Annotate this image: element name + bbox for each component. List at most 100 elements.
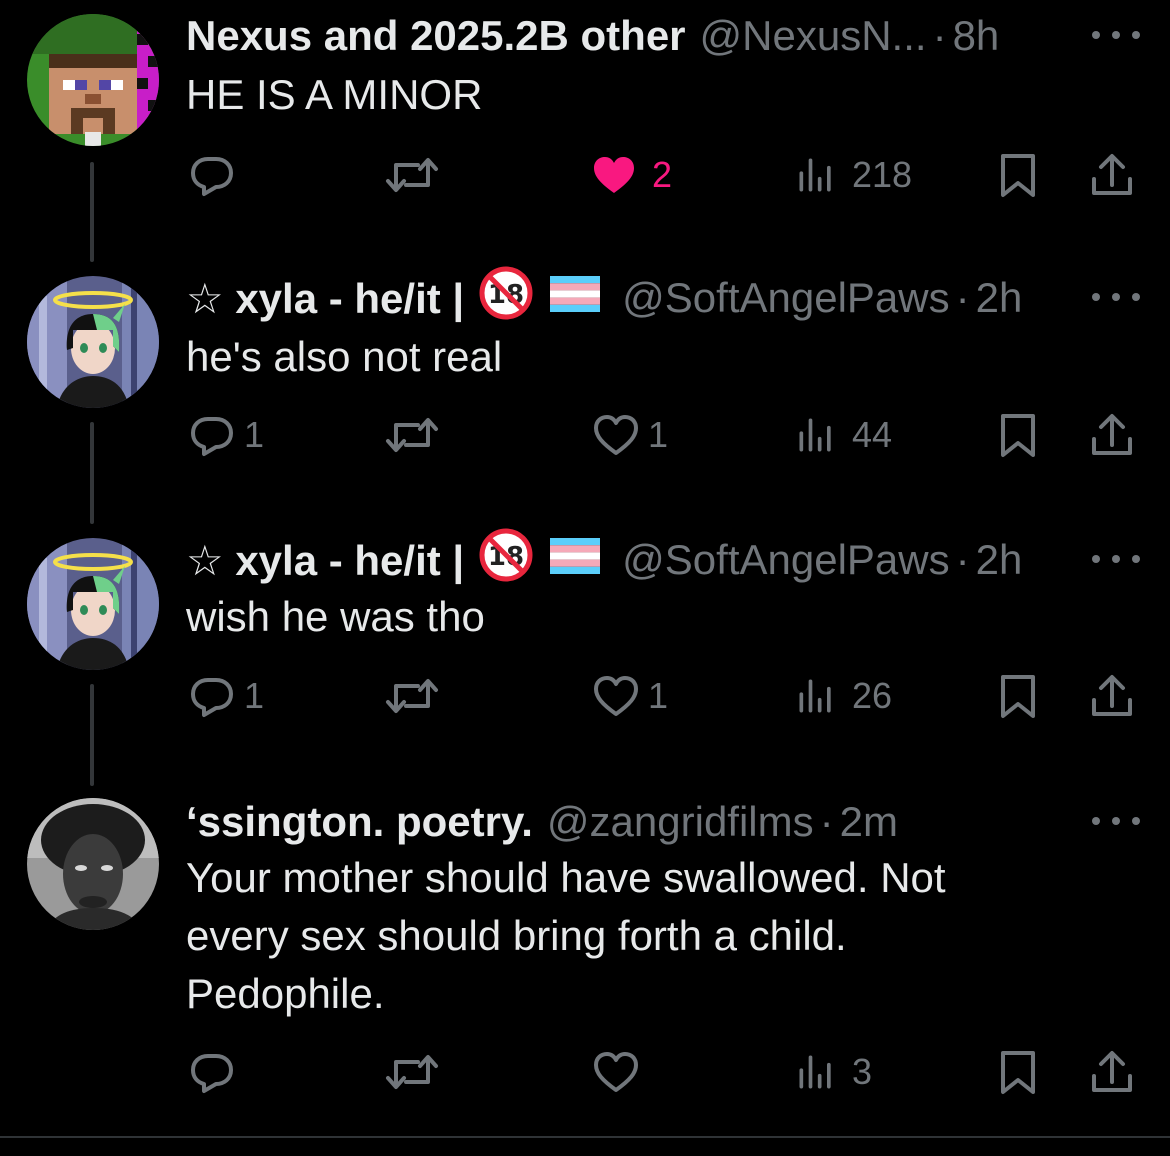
bookmark-icon <box>994 411 1042 459</box>
no-under-18-icon <box>478 527 534 593</box>
trans-flag-icon <box>550 536 600 584</box>
bookmark-icon <box>994 1048 1042 1096</box>
anime-halo-avatar-icon <box>27 538 159 670</box>
like-button[interactable]: 1 <box>592 666 668 726</box>
trans-flag-icon <box>550 274 600 322</box>
display-name[interactable]: Nexus and 2025.2B other <box>186 12 686 60</box>
share-icon <box>1088 1048 1136 1096</box>
display-name[interactable]: ☆ xyla - he/it | <box>186 274 464 323</box>
repost-button[interactable] <box>384 145 454 205</box>
timestamp[interactable]: 2h <box>976 536 1023 584</box>
reply-count: 1 <box>244 414 265 455</box>
timestamp[interactable]: 2h <box>976 274 1023 322</box>
more-options-icon[interactable] <box>1092 20 1140 50</box>
timestamp[interactable]: 2m <box>840 798 898 846</box>
user-handle[interactable]: @zangridfilms <box>547 798 814 846</box>
repost-button[interactable] <box>384 405 454 465</box>
repost-icon <box>384 151 440 199</box>
tweet-text: Your mother should have swallowed. Not e… <box>186 854 946 1017</box>
avatar[interactable] <box>27 798 159 930</box>
tweet-actions: 1 1 26 <box>0 666 1170 726</box>
view-count: 3 <box>852 1051 873 1092</box>
tweet-text: he's also not real <box>186 333 503 380</box>
tweet-header: ‘ssington. poetry. @zangridfilms · 2m <box>186 796 898 848</box>
like-button[interactable]: 1 <box>592 405 668 465</box>
bookmark-icon <box>994 151 1042 199</box>
more-options-icon[interactable] <box>1092 282 1140 312</box>
share-button[interactable] <box>1088 1042 1136 1102</box>
more-options-icon[interactable] <box>1092 806 1140 836</box>
like-count: 2 <box>652 154 673 195</box>
tweet-text: HE IS A MINOR <box>186 71 483 118</box>
repost-button[interactable] <box>384 1042 454 1102</box>
views-button[interactable]: 44 <box>794 405 892 465</box>
repost-button[interactable] <box>384 666 454 726</box>
minecraft-steve-avatar-icon <box>27 14 159 146</box>
like-button[interactable] <box>592 1042 654 1102</box>
share-icon <box>1088 411 1136 459</box>
share-button[interactable] <box>1088 145 1136 205</box>
repost-icon <box>384 411 440 459</box>
like-icon <box>592 672 640 720</box>
bookmark-button[interactable] <box>994 145 1042 205</box>
reply-count: 1 <box>244 675 265 716</box>
user-handle[interactable]: @NexusN... <box>700 12 927 60</box>
repost-icon <box>384 672 440 720</box>
share-button[interactable] <box>1088 666 1136 726</box>
tweet-actions: 3 <box>0 1042 1170 1102</box>
views-icon <box>794 411 838 459</box>
reply-icon <box>188 672 236 720</box>
views-button[interactable]: 26 <box>794 666 892 726</box>
reply-button[interactable]: 1 <box>188 405 264 465</box>
reply-button[interactable] <box>188 1042 250 1102</box>
more-options-icon[interactable] <box>1092 544 1140 574</box>
views-button[interactable]: 218 <box>794 145 912 205</box>
separator-dot: · <box>955 536 970 583</box>
views-button[interactable]: 3 <box>794 1042 872 1102</box>
like-filled-icon <box>590 151 638 199</box>
like-count: 1 <box>648 414 669 455</box>
like-icon <box>592 411 640 459</box>
view-count: 218 <box>852 154 913 195</box>
views-icon <box>794 1048 838 1096</box>
reply-button[interactable] <box>188 145 250 205</box>
views-icon <box>794 672 838 720</box>
bookmark-button[interactable] <box>994 1042 1042 1102</box>
view-count: 26 <box>852 675 893 716</box>
reply-icon <box>188 1048 236 1096</box>
bookmark-icon <box>994 672 1042 720</box>
bookmark-button[interactable] <box>994 405 1042 465</box>
avatar[interactable] <box>27 538 159 670</box>
tweet-header: ☆ xyla - he/it | @SoftAngelPaws · 2h <box>186 534 1022 586</box>
separator-dot: · <box>819 798 834 845</box>
user-handle[interactable]: @SoftAngelPaws <box>622 274 949 322</box>
no-under-18-icon <box>478 265 534 331</box>
tweet-text: wish he was tho <box>186 593 485 640</box>
views-icon <box>794 151 838 199</box>
tweet-header: ☆ xyla - he/it | @SoftAngelPaws · 2h <box>186 272 1022 324</box>
user-handle[interactable]: @SoftAngelPaws <box>622 536 949 584</box>
display-name[interactable]: ‘ssington. poetry. <box>186 798 533 846</box>
grayscale-photo-avatar-icon <box>27 798 159 930</box>
separator-dot: · <box>955 274 970 321</box>
divider <box>0 1136 1170 1138</box>
tweet-actions: 1 1 44 <box>0 405 1170 465</box>
like-button[interactable]: 2 <box>590 145 672 205</box>
timestamp[interactable]: 8h <box>953 12 1000 60</box>
bookmark-button[interactable] <box>994 666 1042 726</box>
share-icon <box>1088 672 1136 720</box>
like-icon <box>592 1048 640 1096</box>
share-icon <box>1088 151 1136 199</box>
avatar[interactable] <box>27 276 159 408</box>
repost-icon <box>384 1048 440 1096</box>
tweet-header: Nexus and 2025.2B other @NexusN... · 8h <box>186 10 999 62</box>
display-name[interactable]: ☆ xyla - he/it | <box>186 536 464 585</box>
share-button[interactable] <box>1088 405 1136 465</box>
tweet-actions: 2 218 <box>0 145 1170 205</box>
separator-dot: · <box>932 12 947 59</box>
reply-icon <box>188 151 236 199</box>
view-count: 44 <box>852 414 893 455</box>
avatar[interactable] <box>27 14 159 146</box>
reply-icon <box>188 411 236 459</box>
reply-button[interactable]: 1 <box>188 666 264 726</box>
